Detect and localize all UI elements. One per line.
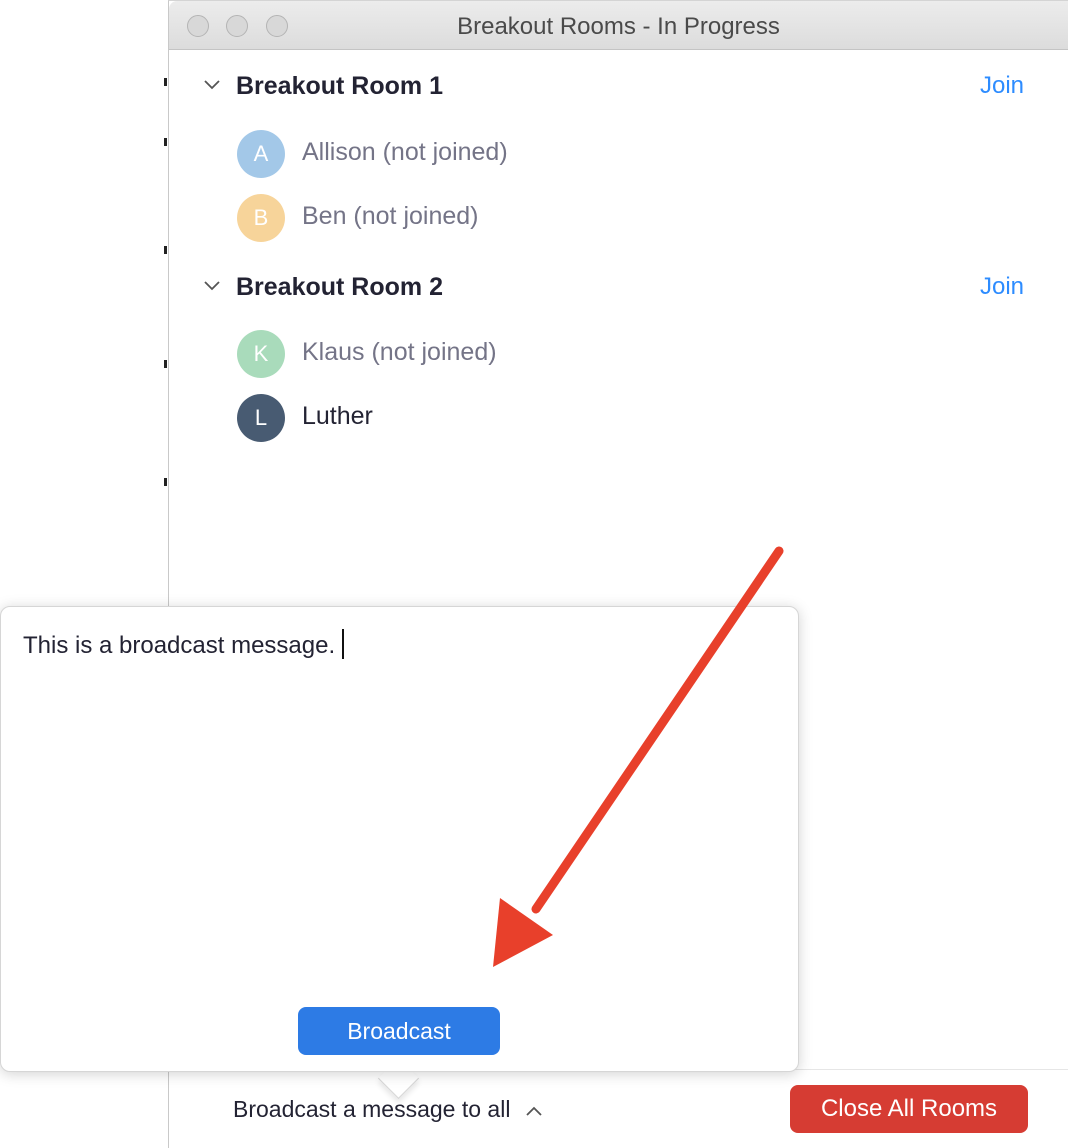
participant-name: Allison (not joined) (302, 138, 508, 166)
window-title: Breakout Rooms - In Progress (457, 13, 780, 40)
avatar: A (237, 130, 285, 178)
join-room-1-link[interactable]: Join (980, 72, 1024, 100)
avatar: K (237, 330, 285, 378)
chevron-down-icon[interactable] (203, 76, 221, 94)
broadcast-button[interactable]: Broadcast (298, 1007, 500, 1055)
broadcast-toggle-label: Broadcast a message to all (233, 1096, 511, 1122)
chevron-up-icon (526, 1106, 542, 1116)
window-footer: Broadcast a message to all Close All Roo… (169, 1069, 1068, 1148)
broadcast-message-input[interactable]: This is a broadcast message. (23, 629, 773, 989)
screenshot: Breakout Rooms - In Progress Breakout Ro… (0, 0, 1068, 1148)
participant-name: Ben (not joined) (302, 202, 479, 230)
chevron-down-icon[interactable] (203, 277, 221, 295)
participant-row: B Ben (not joined) (237, 194, 737, 244)
participant-name: Luther (302, 402, 373, 430)
broadcast-message-toggle[interactable]: Broadcast a message to all (233, 1096, 543, 1123)
avatar: L (237, 394, 285, 442)
broadcast-message-text: This is a broadcast message. (23, 632, 336, 659)
title-bar[interactable]: Breakout Rooms - In Progress (169, 1, 1068, 50)
close-all-rooms-button[interactable]: Close All Rooms (790, 1085, 1028, 1133)
text-cursor (342, 629, 345, 659)
room-header-2[interactable]: Breakout Room 2 Join (169, 269, 1068, 309)
participant-row: L Luther (237, 394, 737, 444)
room-title: Breakout Room 2 (236, 273, 443, 301)
join-room-2-link[interactable]: Join (980, 273, 1024, 301)
room-header-1[interactable]: Breakout Room 1 Join (169, 68, 1068, 108)
participant-row: A Allison (not joined) (237, 130, 737, 180)
broadcast-popover: This is a broadcast message. Broadcast (0, 606, 799, 1072)
avatar: B (237, 194, 285, 242)
participant-row: K Klaus (not joined) (237, 330, 737, 380)
room-title: Breakout Room 1 (236, 72, 443, 100)
participant-name: Klaus (not joined) (302, 338, 497, 366)
